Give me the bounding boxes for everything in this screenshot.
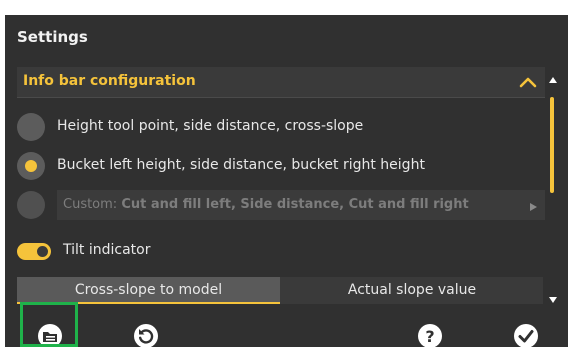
svg-text:?: ? [425,327,434,346]
radio-button-selected[interactable] [17,152,45,180]
option-height-tool-point[interactable]: Height tool point, side distance, cross-… [17,113,537,147]
scrollbar-thumb[interactable] [550,97,554,193]
info-bar-config-header[interactable]: Info bar configuration [17,67,545,98]
option-custom[interactable]: Custom: Cut and fill left, Side distance… [17,190,545,225]
radio-button[interactable] [17,113,45,141]
tilt-indicator-label: Tilt indicator [63,242,151,258]
option-label: Height tool point, side distance, cross-… [57,118,364,134]
confirm-icon[interactable] [513,323,539,349]
custom-prefix: Custom: [63,197,122,212]
custom-config-field[interactable]: Custom: Cut and fill left, Side distance… [57,190,545,220]
chevron-up-icon[interactable] [519,74,537,93]
segment-cross-slope-to-model[interactable]: Cross-slope to model [17,277,280,304]
custom-config-text: Custom: Cut and fill left, Side distance… [63,197,469,212]
tilt-indicator-row: Tilt indicator [17,241,217,275]
segment-actual-slope-value[interactable]: Actual slope value [281,277,543,304]
scroll-down-arrow-icon[interactable] [549,289,557,308]
section-title: Info bar configuration [23,73,196,89]
option-label: Bucket left height, side distance, bucke… [57,157,425,173]
chevron-right-icon[interactable] [530,200,537,215]
radio-button-disabled [17,191,45,219]
reset-icon[interactable] [133,323,159,349]
settings-panel: Settings Info bar configuration Height t… [5,15,568,349]
option-bucket-left-height[interactable]: Bucket left height, side distance, bucke… [17,152,537,186]
focus-highlight [20,302,78,347]
help-icon[interactable]: ? [417,323,443,349]
scroll-up-arrow-icon[interactable] [549,69,557,88]
page-title: Settings [17,28,88,46]
custom-value: Cut and fill left, Side distance, Cut an… [121,197,469,212]
tilt-indicator-toggle[interactable] [17,243,51,260]
slope-mode-segmented-control: Cross-slope to model Actual slope value [17,277,543,304]
